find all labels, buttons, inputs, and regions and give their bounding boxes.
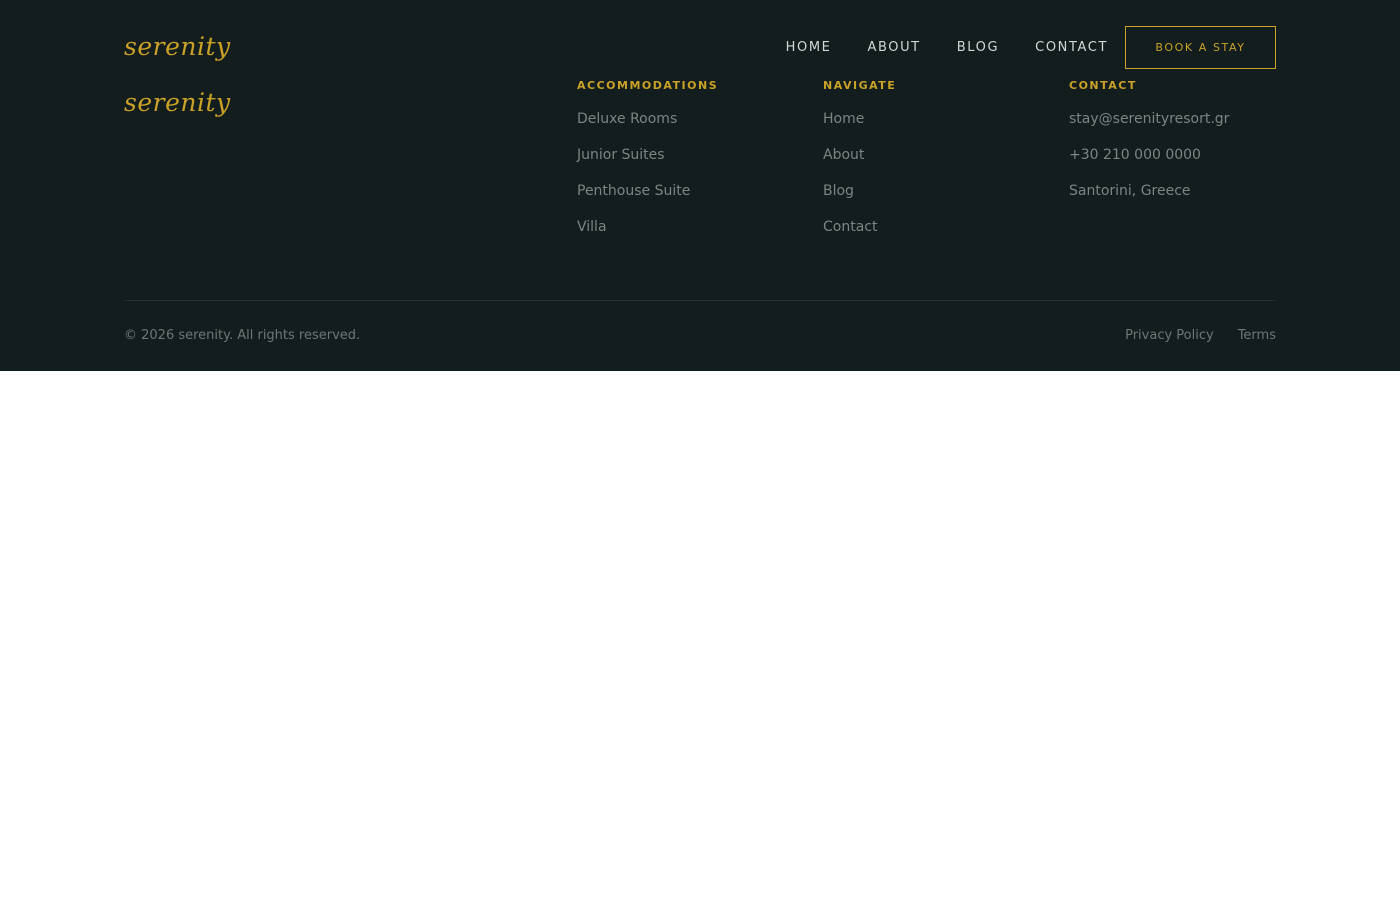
privacy-policy-link[interactable]: Privacy Policy <box>1125 328 1214 344</box>
footer-link-deluxe-rooms[interactable]: Deluxe Rooms <box>577 111 718 127</box>
nav-home[interactable]: HOME <box>786 40 832 55</box>
nav-contact[interactable]: CONTACT <box>1035 40 1108 55</box>
footer-link-contact[interactable]: Contact <box>823 219 896 235</box>
legal-links: Privacy Policy Terms <box>1125 328 1276 344</box>
footer-column-title: NAVIGATE <box>823 79 897 92</box>
terms-link[interactable]: Terms <box>1238 328 1276 344</box>
book-a-stay-button[interactable]: BOOK A STAY <box>1125 26 1276 69</box>
footer-link-about[interactable]: About <box>823 147 896 163</box>
footer-link-junior-suites[interactable]: Junior Suites <box>577 147 718 163</box>
footer-logo: serenity <box>124 88 231 117</box>
footer-column-contact: CONTACT stay@serenityresort.gr +30 210 0… <box>1069 80 1229 219</box>
main-nav: HOME ABOUT BLOG CONTACT BOOK A STAY <box>786 26 1276 69</box>
footer-column-title: ACCOMMODATIONS <box>577 79 719 92</box>
footer-location: Santorini, Greece <box>1069 183 1191 199</box>
footer-link-penthouse-suite[interactable]: Penthouse Suite <box>577 183 718 199</box>
footer-column-navigate: NAVIGATE Home About Blog Contact <box>823 80 896 255</box>
footer-link-villa[interactable]: Villa <box>577 219 718 235</box>
header-logo[interactable]: serenity <box>124 34 231 59</box>
footer-divider <box>124 300 1276 301</box>
nav-blog[interactable]: BLOG <box>957 40 999 55</box>
footer-column-accommodations: ACCOMMODATIONS Deluxe Rooms Junior Suite… <box>577 80 718 255</box>
footer-column-title: CONTACT <box>1069 79 1137 92</box>
site-header-footer: serenity HOME ABOUT BLOG CONTACT BOOK A … <box>0 0 1400 371</box>
copyright-text: © 2026 serenity. All rights reserved. <box>124 328 361 343</box>
footer-phone-link[interactable]: +30 210 000 0000 <box>1069 147 1229 163</box>
footer-link-blog[interactable]: Blog <box>823 183 896 199</box>
footer-email-link[interactable]: stay@serenityresort.gr <box>1069 111 1229 127</box>
nav-about[interactable]: ABOUT <box>867 40 920 55</box>
footer-link-home[interactable]: Home <box>823 111 896 127</box>
